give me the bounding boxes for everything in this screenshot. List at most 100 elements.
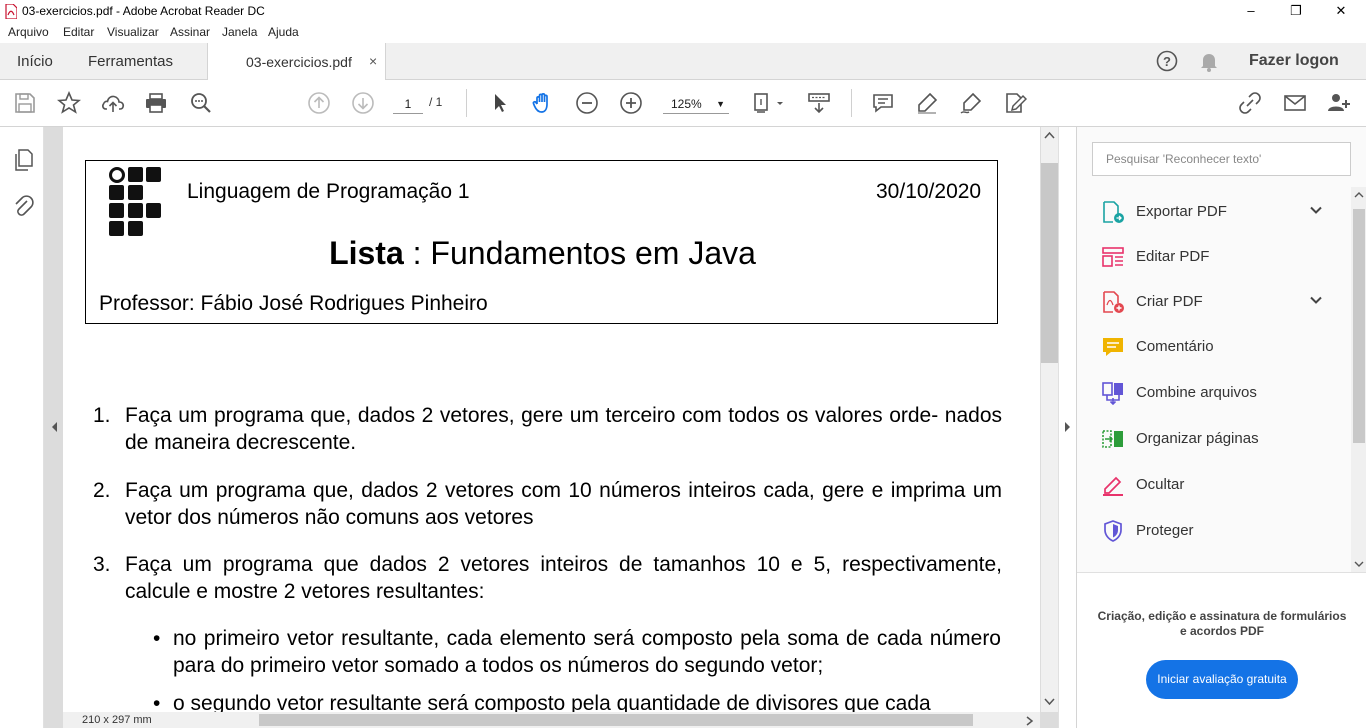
scroll-right-arrow-icon[interactable] [1026, 716, 1034, 726]
protect-icon [1104, 520, 1122, 542]
maximize-button[interactable]: ❐ [1273, 0, 1319, 23]
tab-document-label: 03-exercicios.pdf [246, 54, 352, 70]
tool-export-pdf[interactable]: Exportar PDF [1101, 197, 1331, 227]
zoom-level-value: 125% [671, 97, 702, 111]
fit-page-icon[interactable] [752, 91, 786, 115]
tools-pane-scroll-thumb[interactable] [1353, 209, 1365, 443]
help-icon[interactable]: ? [1156, 50, 1178, 72]
close-window-button[interactable]: ✕ [1318, 0, 1364, 23]
tool-label: Exportar PDF [1136, 203, 1227, 220]
toolbar-divider [851, 89, 852, 117]
document-date: 30/10/2020 [876, 180, 982, 203]
email-icon[interactable] [1283, 91, 1307, 115]
print-icon[interactable] [144, 91, 168, 115]
tool-label: Editar PDF [1136, 248, 1210, 265]
tool-protect[interactable]: Proteger [1101, 516, 1331, 546]
bookmark-star-icon[interactable] [57, 91, 81, 115]
tool-label: Proteger [1136, 522, 1194, 539]
document-title-rest: : Fundamentos em Java [403, 235, 756, 271]
chevron-down-icon[interactable] [1309, 203, 1323, 217]
menu-editar[interactable]: Editar [63, 25, 94, 39]
vertical-scroll-thumb[interactable] [1041, 163, 1058, 363]
menu-bar: Arquivo Editar Visualizar Assinar Janela… [0, 23, 1366, 43]
menu-assinar[interactable]: Assinar [170, 25, 210, 39]
organize-pages-icon [1102, 430, 1123, 448]
chevron-down-icon[interactable] [1309, 293, 1323, 307]
acrobat-app-icon [5, 4, 17, 19]
tool-redact[interactable]: Ocultar [1101, 470, 1331, 500]
scroll-up-arrow-icon[interactable] [1044, 131, 1055, 139]
tab-bar: Início Ferramentas 03-exercicios.pdf × ?… [0, 43, 1366, 80]
edit-pdf-icon [1102, 247, 1124, 267]
save-icon[interactable] [13, 91, 37, 115]
attachment-icon[interactable] [12, 194, 34, 218]
document-title-bold: Lista [329, 235, 404, 271]
menu-visualizar[interactable]: Visualizar [107, 25, 159, 39]
collapse-left-pane-icon[interactable] [49, 420, 59, 434]
upload-cloud-icon[interactable] [101, 91, 125, 115]
comment-icon[interactable] [871, 91, 895, 115]
bullet-dot: • [153, 692, 161, 712]
tool-edit-pdf[interactable]: Editar PDF [1101, 242, 1331, 272]
title-bar: 03-exercicios.pdf - Adobe Acrobat Reader… [0, 0, 1366, 23]
notifications-bell-icon[interactable] [1199, 51, 1219, 72]
tools-pane: Pesquisar 'Reconhecer texto' Exportar PD… [1076, 127, 1366, 728]
zoom-in-icon[interactable] [619, 91, 643, 115]
scroll-up-arrow-icon[interactable] [1354, 191, 1364, 199]
start-free-trial-button[interactable]: Iniciar avaliação gratuita [1146, 660, 1298, 699]
combine-files-icon [1102, 382, 1123, 405]
share-link-icon[interactable] [1238, 91, 1262, 115]
menu-arquivo[interactable]: Arquivo [8, 25, 49, 39]
hand-tool-icon[interactable] [531, 91, 555, 115]
page-total-label: / 1 [429, 95, 443, 109]
tool-combine-files[interactable]: Combine arquivos [1101, 378, 1331, 408]
select-cursor-icon[interactable] [488, 91, 512, 115]
scroll-down-arrow-icon[interactable] [1354, 560, 1364, 568]
pdf-page: Linguagem de Programação 1 30/10/2020 Li… [63, 127, 1040, 712]
exercise-number: 3. [93, 553, 111, 576]
document-title: Lista : Fundamentos em Java [86, 235, 999, 272]
tools-search-input[interactable]: Pesquisar 'Reconhecer texto' [1092, 142, 1351, 176]
export-pdf-icon [1103, 201, 1124, 223]
zoom-level-dropdown[interactable]: 125% ▼ [663, 94, 729, 114]
svg-text:?: ? [1163, 54, 1171, 69]
next-page-icon[interactable] [351, 91, 375, 115]
document-header-box: Linguagem de Programação 1 30/10/2020 Li… [85, 160, 998, 324]
tab-home[interactable]: Início [17, 53, 53, 70]
document-viewer[interactable]: Linguagem de Programação 1 30/10/2020 Li… [44, 127, 1076, 728]
close-tab-icon[interactable]: × [369, 53, 377, 69]
exercise-text: Faça um programa que, dados 2 vetores, g… [125, 404, 1002, 454]
tool-label: Criar PDF [1136, 293, 1203, 310]
scroll-mode-icon[interactable] [807, 91, 831, 115]
menu-janela[interactable]: Janela [222, 25, 257, 39]
add-user-icon[interactable] [1327, 91, 1351, 115]
collapse-right-pane-icon[interactable] [1063, 420, 1073, 434]
exercise-number: 2. [93, 479, 111, 502]
bullet-text: o segundo vetor resultante será composto… [173, 692, 931, 712]
exercise-text: Faça um programa que dados 2 vetores int… [125, 553, 1002, 603]
zoom-out-icon[interactable] [575, 91, 599, 115]
minimize-button[interactable]: – [1228, 0, 1274, 23]
trial-promo-panel: Criação, edição e assinatura de formulár… [1077, 572, 1366, 728]
highlight-pen-icon[interactable] [915, 91, 939, 115]
previous-page-icon[interactable] [307, 91, 331, 115]
tool-create-pdf[interactable]: Criar PDF [1101, 287, 1331, 317]
toolbar: 1 / 1 125% ▼ [0, 80, 1366, 127]
comment-icon [1103, 338, 1123, 356]
page-thumbnails-icon[interactable] [12, 148, 34, 172]
fill-sign-icon[interactable] [1003, 91, 1027, 115]
draw-sign-icon[interactable] [959, 91, 983, 115]
create-pdf-icon [1103, 291, 1124, 313]
scroll-down-arrow-icon[interactable] [1044, 698, 1055, 706]
tab-tools[interactable]: Ferramentas [88, 53, 173, 70]
exercise-number: 1. [93, 404, 111, 427]
horizontal-scroll-thumb[interactable] [259, 714, 973, 726]
tab-document[interactable]: 03-exercicios.pdf × [207, 43, 386, 80]
bullet-text: no primeiro vetor resultante, cada eleme… [173, 627, 1001, 677]
sign-in-button[interactable]: Fazer logon [1249, 52, 1339, 70]
tool-comment[interactable]: Comentário [1101, 332, 1331, 362]
find-zoom-icon[interactable] [189, 91, 213, 115]
tool-organize-pages[interactable]: Organizar páginas [1101, 424, 1331, 454]
menu-ajuda[interactable]: Ajuda [268, 25, 299, 39]
page-number-input[interactable]: 1 [393, 94, 423, 114]
